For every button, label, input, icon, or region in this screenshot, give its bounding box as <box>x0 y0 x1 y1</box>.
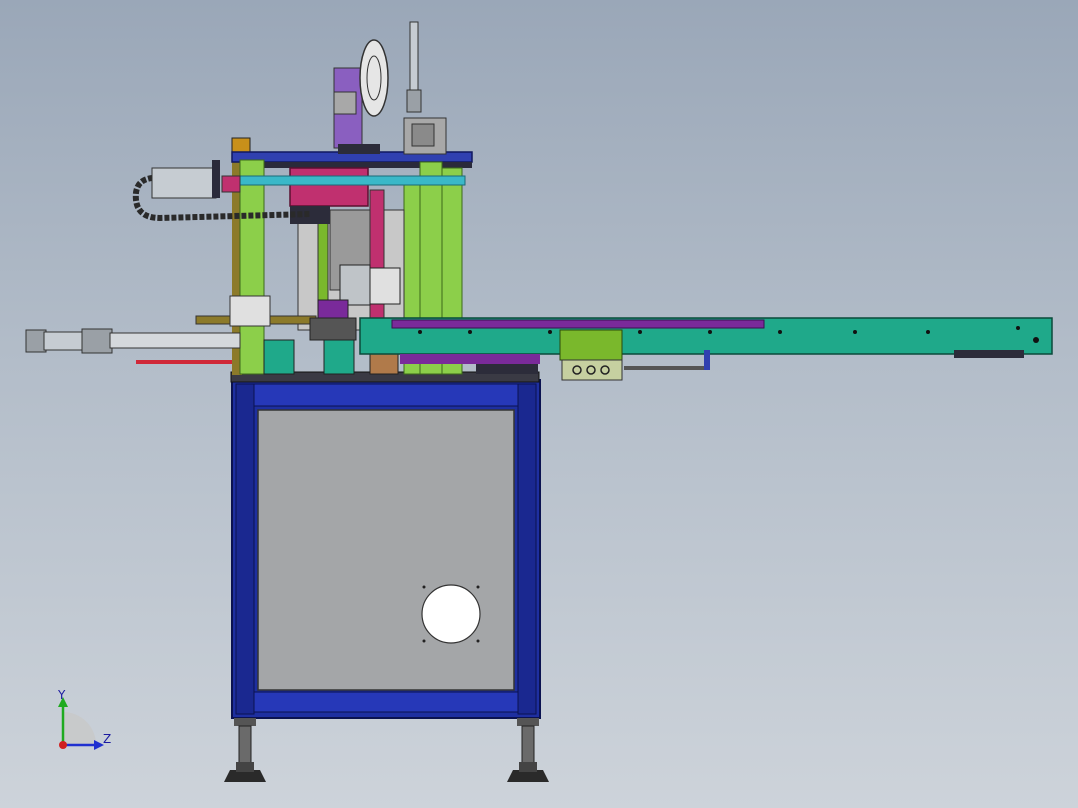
servo-motor <box>339 264 371 306</box>
access-panel <box>257 409 515 691</box>
linear-guide-rod <box>239 175 466 186</box>
magenta-slide-block <box>289 167 369 207</box>
vertical-cylinder <box>409 21 419 93</box>
base-frame <box>230 371 541 719</box>
conveyor-drive-block <box>559 329 623 361</box>
cad-viewport[interactable]: Y Z <box>0 0 1078 808</box>
red-sensor-bar <box>136 360 232 364</box>
pulley-wheel <box>359 39 389 117</box>
leveling-foot-left <box>224 718 266 782</box>
x-axis-point <box>59 741 67 749</box>
cable-port-hole <box>421 584 481 644</box>
leveling-foot-right <box>507 718 549 782</box>
conveyor-belt <box>391 319 765 329</box>
z-axis-label: Z <box>103 732 111 746</box>
output-conveyor <box>359 317 1053 381</box>
machine-model-view[interactable]: Y Z <box>0 0 1078 808</box>
y-axis-label: Y <box>57 688 66 702</box>
guide-column-1 <box>239 159 265 375</box>
drive-motor <box>151 167 217 199</box>
axis-triad: Y Z <box>57 688 111 750</box>
